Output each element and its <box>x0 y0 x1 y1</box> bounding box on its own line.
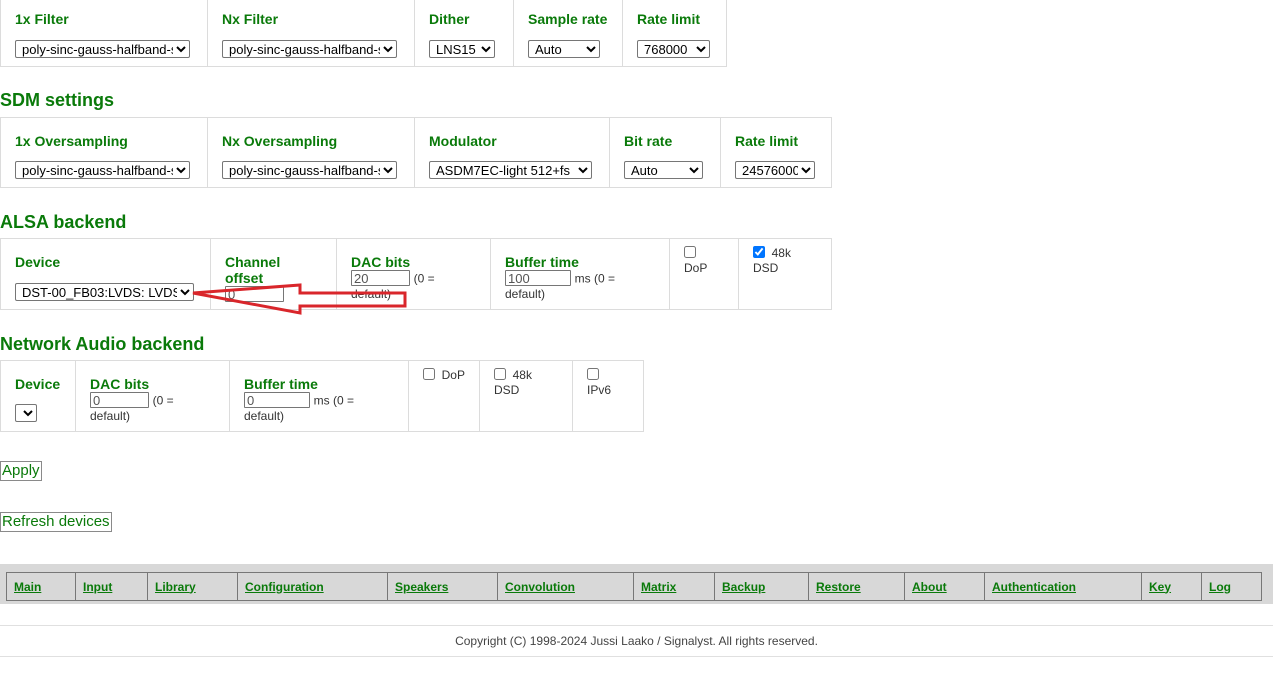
alsa-device-cell: Device DST-00_FB03:LVDS: LVDS <box>0 238 211 310</box>
nav-item-backup: Backup <box>714 572 809 601</box>
nav-link-input[interactable]: Input <box>83 580 112 594</box>
nav-item-restore: Restore <box>808 572 905 601</box>
nav-item-authentication: Authentication <box>984 572 1142 601</box>
sdm-rate-limit-select[interactable]: 24576000 <box>735 161 815 179</box>
pcm-rate-limit-cell: Rate limit 768000 <box>622 0 727 67</box>
bit-rate-label: Bit rate <box>624 133 673 149</box>
pcm-rate-limit-label: Rate limit <box>637 11 701 27</box>
nav-link-restore[interactable]: Restore <box>816 580 861 594</box>
network-dop-cell: DoP <box>408 360 480 432</box>
nav-link-library[interactable]: Library <box>155 580 196 594</box>
nav-link-matrix[interactable]: Matrix <box>641 580 676 594</box>
nav-item-main: Main <box>6 572 76 601</box>
filter1x-cell: 1x Filter poly-sinc-gauss-halfband-s <box>0 0 208 67</box>
network-settings-table: Device DAC bits (0 = default) Buffer tim… <box>0 360 644 432</box>
nav-item-library: Library <box>147 572 238 601</box>
filter1x-label: 1x Filter <box>15 11 69 27</box>
filterNx-cell: Nx Filter poly-sinc-gauss-halfband-s <box>207 0 415 67</box>
annotation-arrow-icon <box>192 283 407 315</box>
filterNx-label: Nx Filter <box>222 11 279 27</box>
osNx-label: Nx Oversampling <box>222 133 338 149</box>
sdm-rate-limit-cell: Rate limit 24576000 <box>720 117 832 188</box>
footer-copyright: Copyright (C) 1998-2024 Jussi Laako / Si… <box>0 625 1273 657</box>
network-dac-bits-input[interactable] <box>90 392 149 408</box>
os1x-cell: 1x Oversampling poly-sinc-gauss-halfband… <box>0 117 208 188</box>
nav-item-about: About <box>904 572 985 601</box>
nav-link-configuration[interactable]: Configuration <box>245 580 324 594</box>
nav-link-main[interactable]: Main <box>14 580 41 594</box>
main-navigation: Main Input Library Configuration Speaker… <box>0 564 1273 604</box>
alsa-buffer-time-input[interactable] <box>505 270 571 286</box>
nav-link-key[interactable]: Key <box>1149 580 1171 594</box>
network-dop-label: DoP <box>441 368 465 382</box>
apply-button[interactable]: Apply <box>0 461 42 481</box>
dither-select[interactable]: LNS15 <box>429 40 495 58</box>
alsa-device-label: Device <box>15 254 61 270</box>
dither-label: Dither <box>429 11 470 27</box>
nav-link-log[interactable]: Log <box>1209 580 1231 594</box>
nav-item-speakers: Speakers <box>387 572 498 601</box>
alsa-section-title: ALSA backend <box>0 212 127 232</box>
sample-rate-label: Sample rate <box>528 11 608 27</box>
nav-item-convolution: Convolution <box>497 572 634 601</box>
os1x-select[interactable]: poly-sinc-gauss-halfband-s <box>15 161 190 179</box>
network-dop-checkbox[interactable] <box>423 368 435 380</box>
network-ipv6-cell: IPv6 <box>572 360 644 432</box>
sample-rate-cell: Sample rate Auto <box>513 0 623 67</box>
network-ipv6-checkbox[interactable] <box>587 368 599 380</box>
network-buffer-time-label: Buffer time <box>244 376 318 392</box>
nav-link-authentication[interactable]: Authentication <box>992 580 1076 594</box>
alsa-dop-checkbox[interactable] <box>684 246 696 258</box>
pcm-settings-table: 1x Filter poly-sinc-gauss-halfband-s Nx … <box>0 0 727 67</box>
nav-item-input: Input <box>75 572 148 601</box>
alsa-dop-label: DoP <box>684 261 708 275</box>
alsa-48k-dsd-cell: 48k DSD <box>738 238 832 310</box>
sdm-settings-table: 1x Oversampling poly-sinc-gauss-halfband… <box>0 117 832 188</box>
refresh-devices-button[interactable]: Refresh devices <box>0 512 112 532</box>
alsa-buffer-time-label: Buffer time <box>505 254 579 270</box>
alsa-buffer-time-cell: Buffer time ms (0 = default) <box>490 238 670 310</box>
alsa-dac-bits-label: DAC bits <box>351 254 411 270</box>
network-device-select[interactable] <box>15 404 37 422</box>
network-section-title: Network Audio backend <box>0 334 205 354</box>
network-buffer-time-input[interactable] <box>244 392 310 408</box>
sdm-section-title: SDM settings <box>0 90 115 110</box>
alsa-device-select[interactable]: DST-00_FB03:LVDS: LVDS <box>15 283 194 301</box>
nav-item-log: Log <box>1201 572 1262 601</box>
alsa-settings-table: Device DST-00_FB03:LVDS: LVDS Channel of… <box>0 238 832 310</box>
modulator-cell: Modulator ASDM7EC-light 512+fs <box>414 117 610 188</box>
osNx-select[interactable]: poly-sinc-gauss-halfband-s <box>222 161 397 179</box>
nav-link-speakers[interactable]: Speakers <box>395 580 448 594</box>
network-48k-dsd-cell: 48k DSD <box>479 360 573 432</box>
modulator-label: Modulator <box>429 133 497 149</box>
bit-rate-cell: Bit rate Auto <box>609 117 721 188</box>
network-device-cell: Device <box>0 360 76 432</box>
sample-rate-select[interactable]: Auto <box>528 40 600 58</box>
nav-item-key: Key <box>1141 572 1202 601</box>
pcm-rate-limit-select[interactable]: 768000 <box>637 40 710 58</box>
os1x-label: 1x Oversampling <box>15 133 128 149</box>
osNx-cell: Nx Oversampling poly-sinc-gauss-halfband… <box>207 117 415 188</box>
network-device-label: Device <box>15 376 61 392</box>
dither-cell: Dither LNS15 <box>414 0 514 67</box>
network-buffer-time-cell: Buffer time ms (0 = default) <box>229 360 409 432</box>
nav-link-backup[interactable]: Backup <box>722 580 765 594</box>
filter1x-select[interactable]: poly-sinc-gauss-halfband-s <box>15 40 190 58</box>
modulator-select[interactable]: ASDM7EC-light 512+fs <box>429 161 592 179</box>
network-dac-bits-cell: DAC bits (0 = default) <box>75 360 230 432</box>
nav-item-matrix: Matrix <box>633 572 715 601</box>
sdm-rate-limit-label: Rate limit <box>735 133 799 149</box>
nav-table: Main Input Library Configuration Speaker… <box>6 572 1262 601</box>
network-ipv6-label: IPv6 <box>587 383 612 397</box>
alsa-48k-dsd-checkbox[interactable] <box>753 246 765 258</box>
alsa-dop-cell: DoP <box>669 238 739 310</box>
nav-link-convolution[interactable]: Convolution <box>505 580 575 594</box>
network-dac-bits-label: DAC bits <box>90 376 150 392</box>
bit-rate-select[interactable]: Auto <box>624 161 703 179</box>
nav-link-about[interactable]: About <box>912 580 947 594</box>
filterNx-select[interactable]: poly-sinc-gauss-halfband-s <box>222 40 397 58</box>
channel-offset-label: Channel offset <box>225 254 281 286</box>
nav-item-configuration: Configuration <box>237 572 388 601</box>
network-48k-dsd-checkbox[interactable] <box>494 368 506 380</box>
